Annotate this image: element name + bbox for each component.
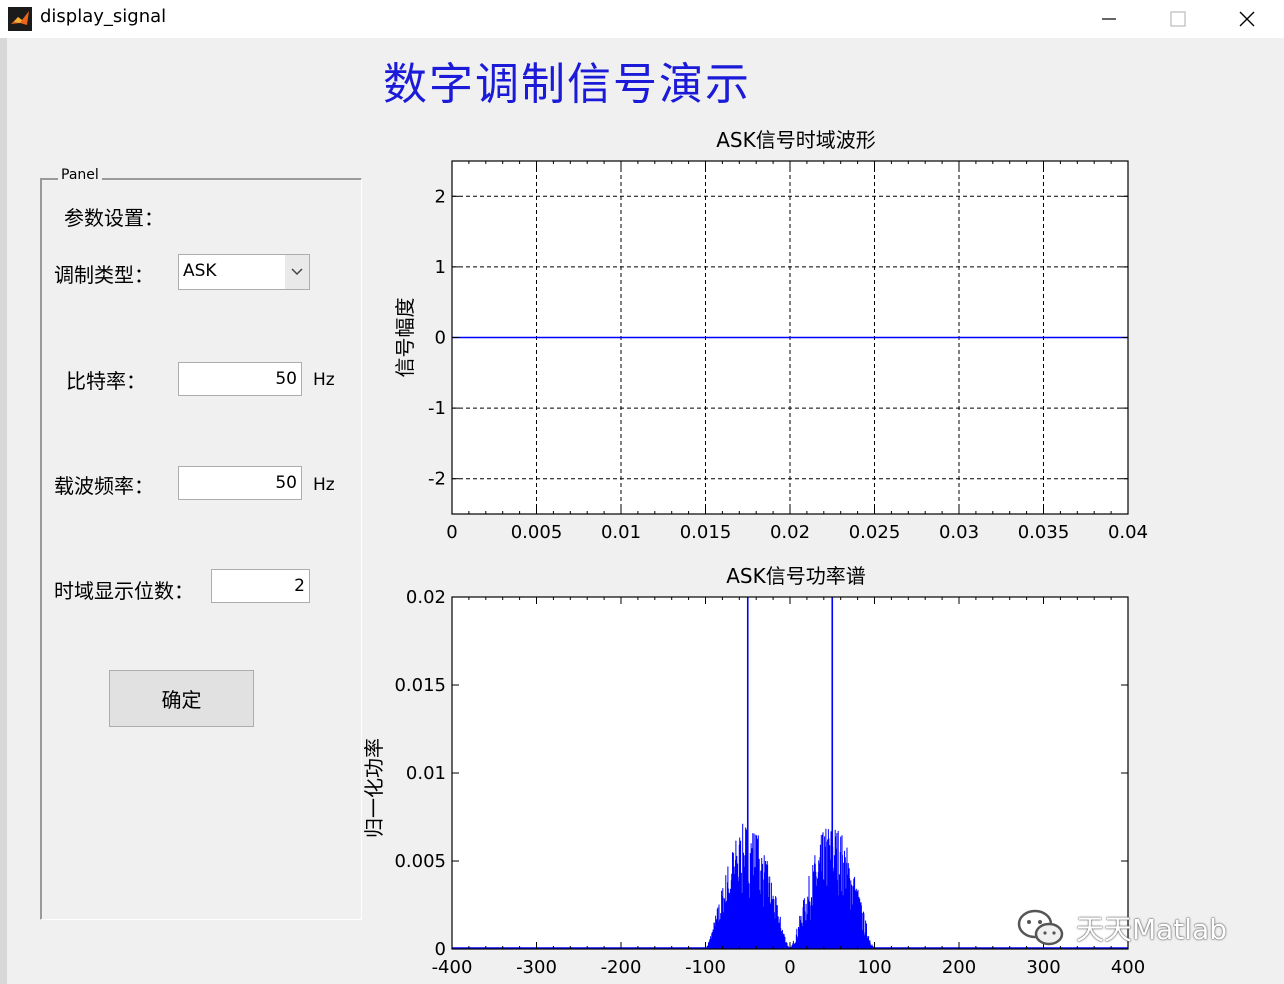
axis-label-y: 信号幅度: [393, 298, 417, 378]
tick-label-y: 0.02: [406, 587, 446, 608]
tick-label-y: 2: [435, 186, 446, 207]
tick-label-x: 0.025: [849, 522, 901, 543]
tick-label-y: 0.01: [406, 763, 446, 784]
watermark-text: 天天Matlab: [1076, 913, 1228, 946]
wechat-icon: [1017, 909, 1064, 946]
tick-label-x: 0.01: [601, 522, 641, 543]
tick-label-x: 300: [1026, 957, 1060, 978]
tick-label-x: 0.04: [1108, 522, 1148, 543]
tick-label-x: -400: [432, 957, 473, 978]
tick-label-x: 400: [1111, 957, 1145, 978]
tick-label-x: 0.02: [770, 522, 810, 543]
tick-label-y: 0: [435, 328, 446, 349]
tick-label-x: 200: [942, 957, 976, 978]
chart-1: [451, 160, 1129, 515]
tick-label-y: 0.005: [394, 851, 446, 872]
tick-label-x: -100: [685, 957, 726, 978]
tick-label-y: 1: [435, 257, 446, 278]
tick-label-x: 0.03: [939, 522, 979, 543]
chart-title: ASK信号时域波形: [716, 128, 876, 152]
axis-label-y: 归一化功率: [362, 738, 386, 838]
tick-label-x: 0.015: [680, 522, 732, 543]
plot-area: [452, 597, 1128, 949]
chart-title: ASK信号功率谱: [726, 564, 866, 588]
tick-label-x: -300: [516, 957, 557, 978]
tick-label-x: 0.035: [1018, 522, 1070, 543]
tick-label-y: 0.015: [394, 675, 446, 696]
tick-label-y: 0: [435, 939, 446, 960]
tick-label-y: -2: [428, 469, 446, 490]
watermark: 天天Matlab: [1016, 907, 1227, 949]
tick-label-x: 0: [784, 957, 795, 978]
charts-canvas: 0 0.005 0.01 0.015 0.02 0.025 0.03 0.035 0.04210…: [362, 128, 1148, 978]
tick-label-x: 100: [857, 957, 891, 978]
tick-label-x: -200: [601, 957, 642, 978]
tick-label-x: 0.005: [511, 522, 563, 543]
tick-label-y: -1: [428, 398, 446, 419]
chart-2: [451, 596, 1129, 950]
tick-label-x: 0: [446, 522, 457, 543]
